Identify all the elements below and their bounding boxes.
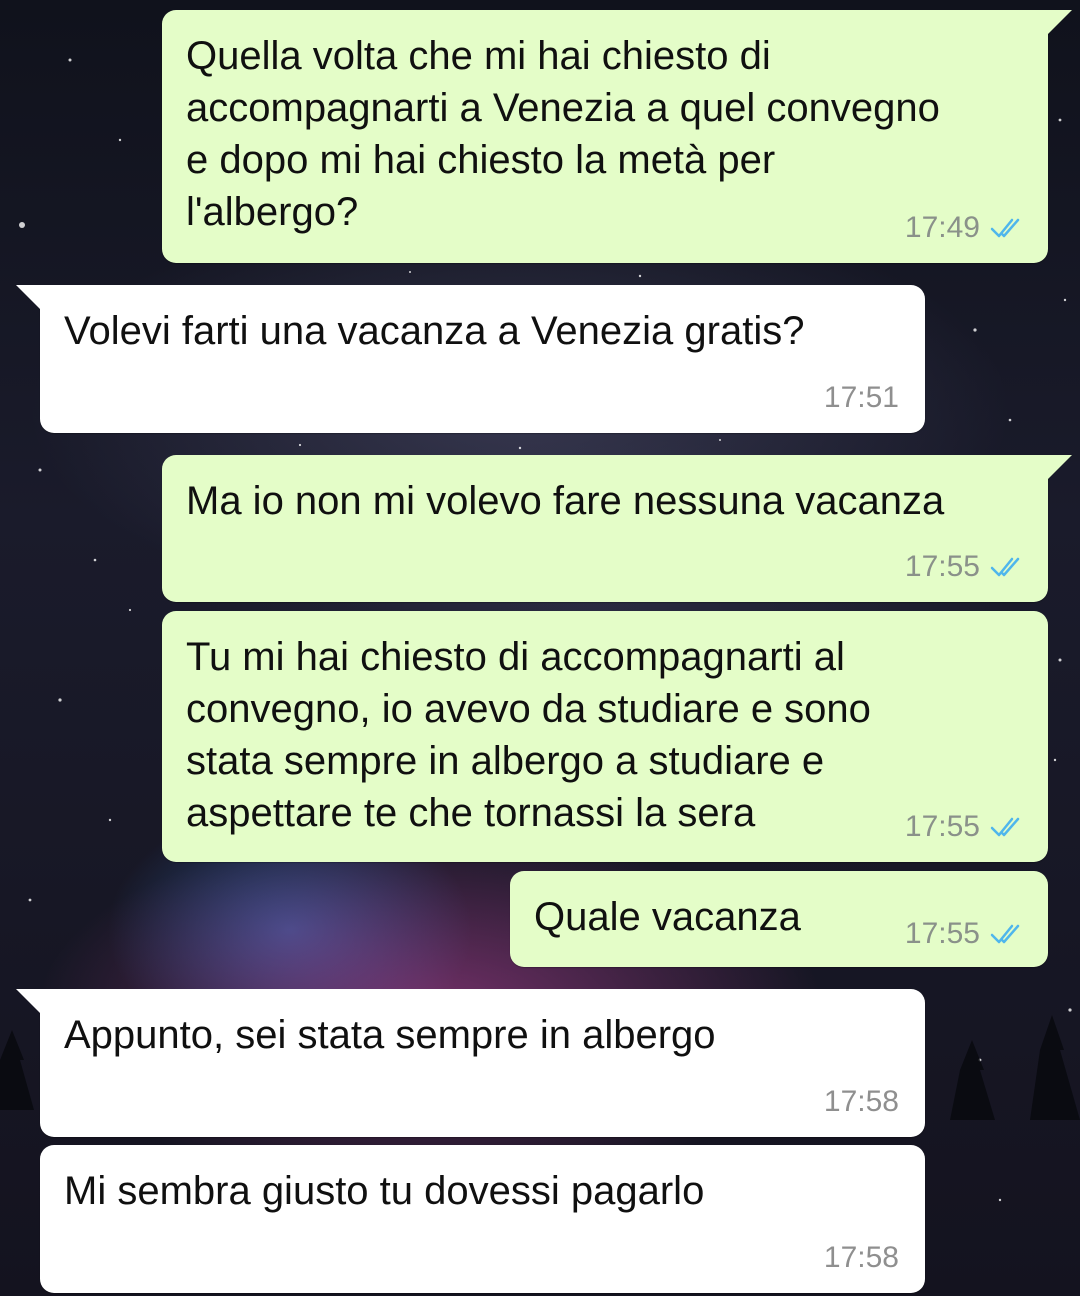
message-time: 17:55 [904, 810, 980, 843]
message-time: 17:55 [904, 550, 980, 583]
message-time: 17:58 [823, 1241, 899, 1274]
double-check-read-icon [990, 218, 1020, 238]
message-text: Tu mi hai chiesto di accompagnarti al co… [186, 635, 871, 835]
message-meta: 17:51 [824, 381, 899, 415]
double-check-read-icon [990, 924, 1020, 944]
message-time: 17:49 [904, 211, 980, 244]
message-bubble-incoming[interactable]: Volevi farti una vacanza a Venezia grati… [16, 285, 925, 433]
message-meta: 17:58 [824, 1241, 899, 1275]
message-text: Appunto, sei stata sempre in albergo [64, 1013, 716, 1057]
message-text: Ma io non mi volevo fare nessuna vacanza [186, 479, 945, 523]
message-time: 17:55 [904, 917, 980, 950]
double-check-read-icon [990, 557, 1020, 577]
message-bubble-incoming[interactable]: Mi sembra giusto tu dovessi pagarlo 17:5… [40, 1145, 925, 1293]
message-bubble-outgoing[interactable]: Tu mi hai chiesto di accompagnarti al co… [162, 611, 1048, 862]
message-bubble-outgoing[interactable]: Ma io non mi volevo fare nessuna vacanza… [162, 455, 1072, 602]
message-meta: 17:58 [824, 1085, 899, 1119]
message-meta: 17:55 [905, 550, 1022, 584]
message-time: 17:51 [823, 381, 899, 414]
message-text: Volevi farti una vacanza a Venezia grati… [64, 309, 805, 353]
message-bubble-incoming[interactable]: Appunto, sei stata sempre in albergo 17:… [16, 989, 925, 1137]
message-time: 17:58 [823, 1085, 899, 1118]
message-bubble-outgoing[interactable]: Quale vacanza 17:55 [510, 871, 1048, 967]
message-meta: 17:49 [905, 211, 1022, 245]
message-meta: 17:55 [905, 810, 1022, 844]
message-text: Mi sembra giusto tu dovessi pagarlo [64, 1169, 705, 1213]
message-text: Quella volta che mi hai chiesto di accom… [186, 34, 940, 234]
message-meta: 17:55 [905, 917, 1022, 951]
chat-thread: Quella volta che mi hai chiesto di accom… [0, 0, 1080, 1296]
message-text: Quale vacanza [534, 895, 801, 939]
message-bubble-outgoing[interactable]: Quella volta che mi hai chiesto di accom… [162, 10, 1072, 263]
double-check-read-icon [990, 817, 1020, 837]
